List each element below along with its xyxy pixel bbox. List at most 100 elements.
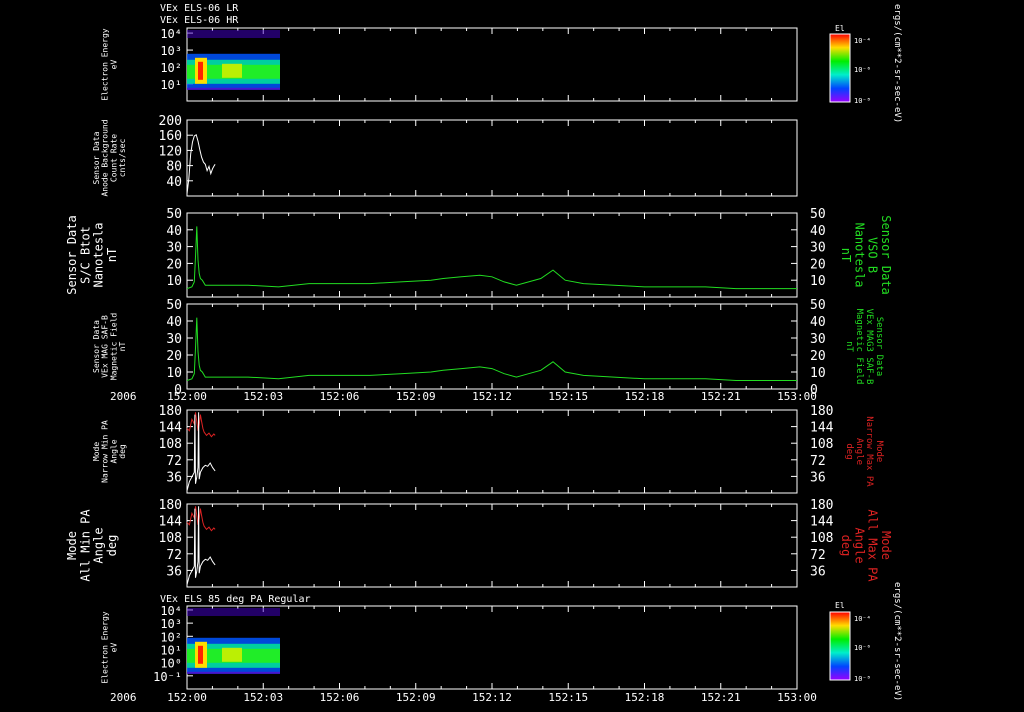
x-tick-label-bottom-6: 152:18 — [625, 691, 665, 704]
panel-all-pa: 180 180144 144108 10872 7236 36Mode All Min PA… — [65, 498, 893, 588]
rlabel-narrow-pa-2: Angle — [854, 438, 864, 465]
y-tick-label-r-mag-bfield-1: 40 — [810, 315, 826, 330]
panel-energy-lr: 10⁴ 10³ 10² 10¹ Electron Energy eV — [101, 27, 798, 102]
heatmap-cell-energy-lr-6 — [187, 30, 280, 38]
colorbar-top-tick-3: 10⁻⁸ — [854, 97, 871, 105]
x-tick-label-mid-0: 152:00 — [167, 390, 207, 403]
series-anode-count-0 — [186, 134, 216, 194]
x-tick-label-mid-1: 152:03 — [243, 390, 283, 403]
ylabel-energy-85pa-1: eV — [109, 643, 118, 653]
y-tick-label-narrow-pa-4: 36 — [166, 470, 182, 485]
ylabel-energy-lr-1: eV — [109, 60, 118, 70]
x-tick-label-bottom-5: 152:15 — [548, 691, 588, 704]
colorbar-bottom-unit: ergs/(cm**2-sr-sec-eV) — [892, 582, 902, 701]
colorbar-bottom-tick-3: 10⁻⁸ — [854, 675, 871, 683]
y-tick-label-energy-85pa-1: 10³ — [160, 617, 182, 631]
panel-frame-all-pa — [186, 503, 798, 588]
ylabel-mag-bfield-3: nT — [118, 342, 127, 352]
header-line-1: VEx ELS-06 LR — [160, 3, 239, 14]
panel-frame-narrow-pa — [186, 409, 798, 494]
colorbar-top-title: El — [835, 24, 845, 33]
heatmap-cell-energy-85pa-5 — [222, 647, 242, 662]
x-axis-year-mid: 2006 — [110, 390, 137, 403]
rlabel-sc-bmag-1: VSO B — [866, 237, 880, 273]
y-tick-label-r-sc-bmag-0: 50 — [810, 207, 826, 222]
y-tick-label-all-pa-2: 108 — [159, 531, 182, 546]
plot-stage: VEx ELS-06 LR VEx ELS-06 HR VEx ELS 85 d… — [0, 0, 1024, 708]
y-tick-label-r-all-pa-1: 144 — [810, 515, 834, 530]
y-tick-label-r-all-pa-2: 108 — [810, 531, 833, 546]
colorbar-top: El 10⁻⁴ 10⁻⁶ 10⁻⁸ ergs/(cm**2-sr-sec-eV) — [829, 4, 902, 123]
y-tick-label-anode-count-2: 120 — [159, 144, 182, 159]
ylabel-anode-count-2: Count Rate — [109, 134, 118, 182]
y-tick-label-r-mag-bfield-3: 20 — [810, 349, 826, 364]
x-tick-label-bottom-0: 152:00 — [167, 691, 207, 704]
x-axis-year-bottom: 2006 — [110, 691, 137, 704]
ylabel-narrow-pa-2: Angle — [109, 439, 118, 463]
y-tick-label-all-pa-0: 180 — [159, 498, 182, 513]
heatmap-cell-energy-85pa-6 — [187, 608, 280, 616]
rlabel-all-pa-0: Mode — [879, 531, 893, 560]
y-tick-label-r-mag-bfield-0: 50 — [810, 298, 826, 313]
y-tick-label-sc-bmag-0: 50 — [166, 207, 182, 222]
panel-anode-count: 2001601208040 Sensor Data Anode Background… — [92, 114, 798, 197]
x-tick-label-bottom-1: 152:03 — [243, 691, 283, 704]
y-tick-label-r-narrow-pa-3: 72 — [810, 454, 826, 469]
panel-frame-mag-bfield — [186, 303, 798, 390]
x-tick-label-bottom-4: 152:12 — [472, 691, 512, 704]
rlabel-all-pa-1: All Max PA — [866, 509, 880, 582]
rlabel-sc-bmag-2: Nanotesla — [852, 222, 866, 287]
rlabel-narrow-pa-1: Narrow Max PA — [864, 416, 874, 487]
y-tick-label-all-pa-3: 72 — [166, 548, 182, 563]
x-tick-label-bottom-8: 153:00 — [777, 691, 817, 704]
y-tick-label-r-sc-bmag-1: 40 — [810, 224, 826, 239]
y-tick-label-r-narrow-pa-4: 36 — [810, 470, 826, 485]
y-tick-label-r-all-pa-4: 36 — [810, 564, 826, 579]
ylabel-narrow-pa-0: Mode — [92, 442, 101, 461]
x-tick-label-mid-6: 152:18 — [625, 390, 665, 403]
panel-frame-anode-count — [186, 119, 798, 197]
ylabel-all-pa-1: All Min PA — [78, 509, 92, 582]
heatmap-cell-energy-lr-low — [187, 87, 280, 90]
ylabel-anode-count-3: cnts/sec — [118, 139, 127, 178]
y-tick-label-sc-bmag-3: 20 — [166, 257, 182, 272]
y-tick-label-anode-count-0: 200 — [159, 114, 182, 129]
heatmap-cell-energy-lr-5 — [222, 63, 242, 78]
ylabel-anode-count-0: Sensor Data — [92, 131, 101, 184]
y-tick-label-sc-bmag-4: 10 — [166, 274, 182, 289]
colorbar-bottom-title: El — [835, 601, 845, 610]
y-tick-label-mag-bfield-4: 10 — [166, 366, 182, 381]
colorbar-top-gradient — [829, 33, 851, 103]
heatmap-cell-energy-85pa-low — [187, 671, 280, 674]
y-tick-label-r-all-pa-3: 72 — [810, 548, 826, 563]
y-tick-label-energy-lr-2: 10² — [160, 61, 182, 75]
rlabel-all-pa-3: deg — [839, 535, 853, 557]
y-tick-label-anode-count-3: 80 — [166, 160, 182, 175]
rlabel-mag-bfield-2: Magnetic Field — [854, 309, 864, 385]
y-tick-label-energy-lr-0: 10⁴ — [160, 27, 182, 41]
y-tick-label-mag-bfield-0: 50 — [166, 298, 182, 313]
x-tick-label-mid-3: 152:09 — [396, 390, 436, 403]
y-tick-label-mag-bfield-3: 20 — [166, 349, 182, 364]
y-tick-label-r-mag-bfield-2: 30 — [810, 332, 826, 347]
ylabel-narrow-pa-3: deg — [118, 444, 127, 459]
rlabel-narrow-pa-0: Mode — [874, 441, 884, 463]
y-tick-label-all-pa-4: 36 — [166, 564, 182, 579]
y-tick-label-sc-bmag-1: 40 — [166, 224, 182, 239]
colorbar-bottom-tick-2: 10⁻⁶ — [854, 644, 871, 652]
rlabel-sc-bmag-3: nT — [839, 248, 853, 262]
multi-panel-plot: VEx ELS-06 LR VEx ELS-06 HR VEx ELS 85 d… — [65, 3, 902, 704]
ylabel-sc-bmag-1: S/C Btot — [78, 226, 92, 284]
panel-frame-sc-bmag — [186, 212, 798, 298]
ylabel-sc-bmag-2: Nanotesla — [92, 222, 106, 287]
y-tick-label-energy-lr-3: 10¹ — [160, 78, 182, 92]
y-tick-label-r-mag-bfield-4: 10 — [810, 366, 826, 381]
colorbar-bottom: El 10⁻⁴ 10⁻⁶ 10⁻⁸ ergs/(cm**2-sr-sec-eV) — [829, 582, 902, 701]
ylabel-energy-85pa-0: Electron Energy — [101, 611, 110, 683]
colorbar-top-tick-1: 10⁻⁴ — [854, 37, 871, 45]
ylabel-mag-bfield-0: Sensor Data — [92, 320, 101, 373]
series-all-pa-0 — [186, 506, 216, 532]
y-tick-label-mag-bfield-1: 40 — [166, 315, 182, 330]
ylabel-mag-bfield-1: VEx MAG SAF-B — [101, 315, 110, 378]
panel-sc-bmag: 50 5040 4030 3020 2010 10Sensor Data S/C Btot N… — [65, 207, 893, 298]
